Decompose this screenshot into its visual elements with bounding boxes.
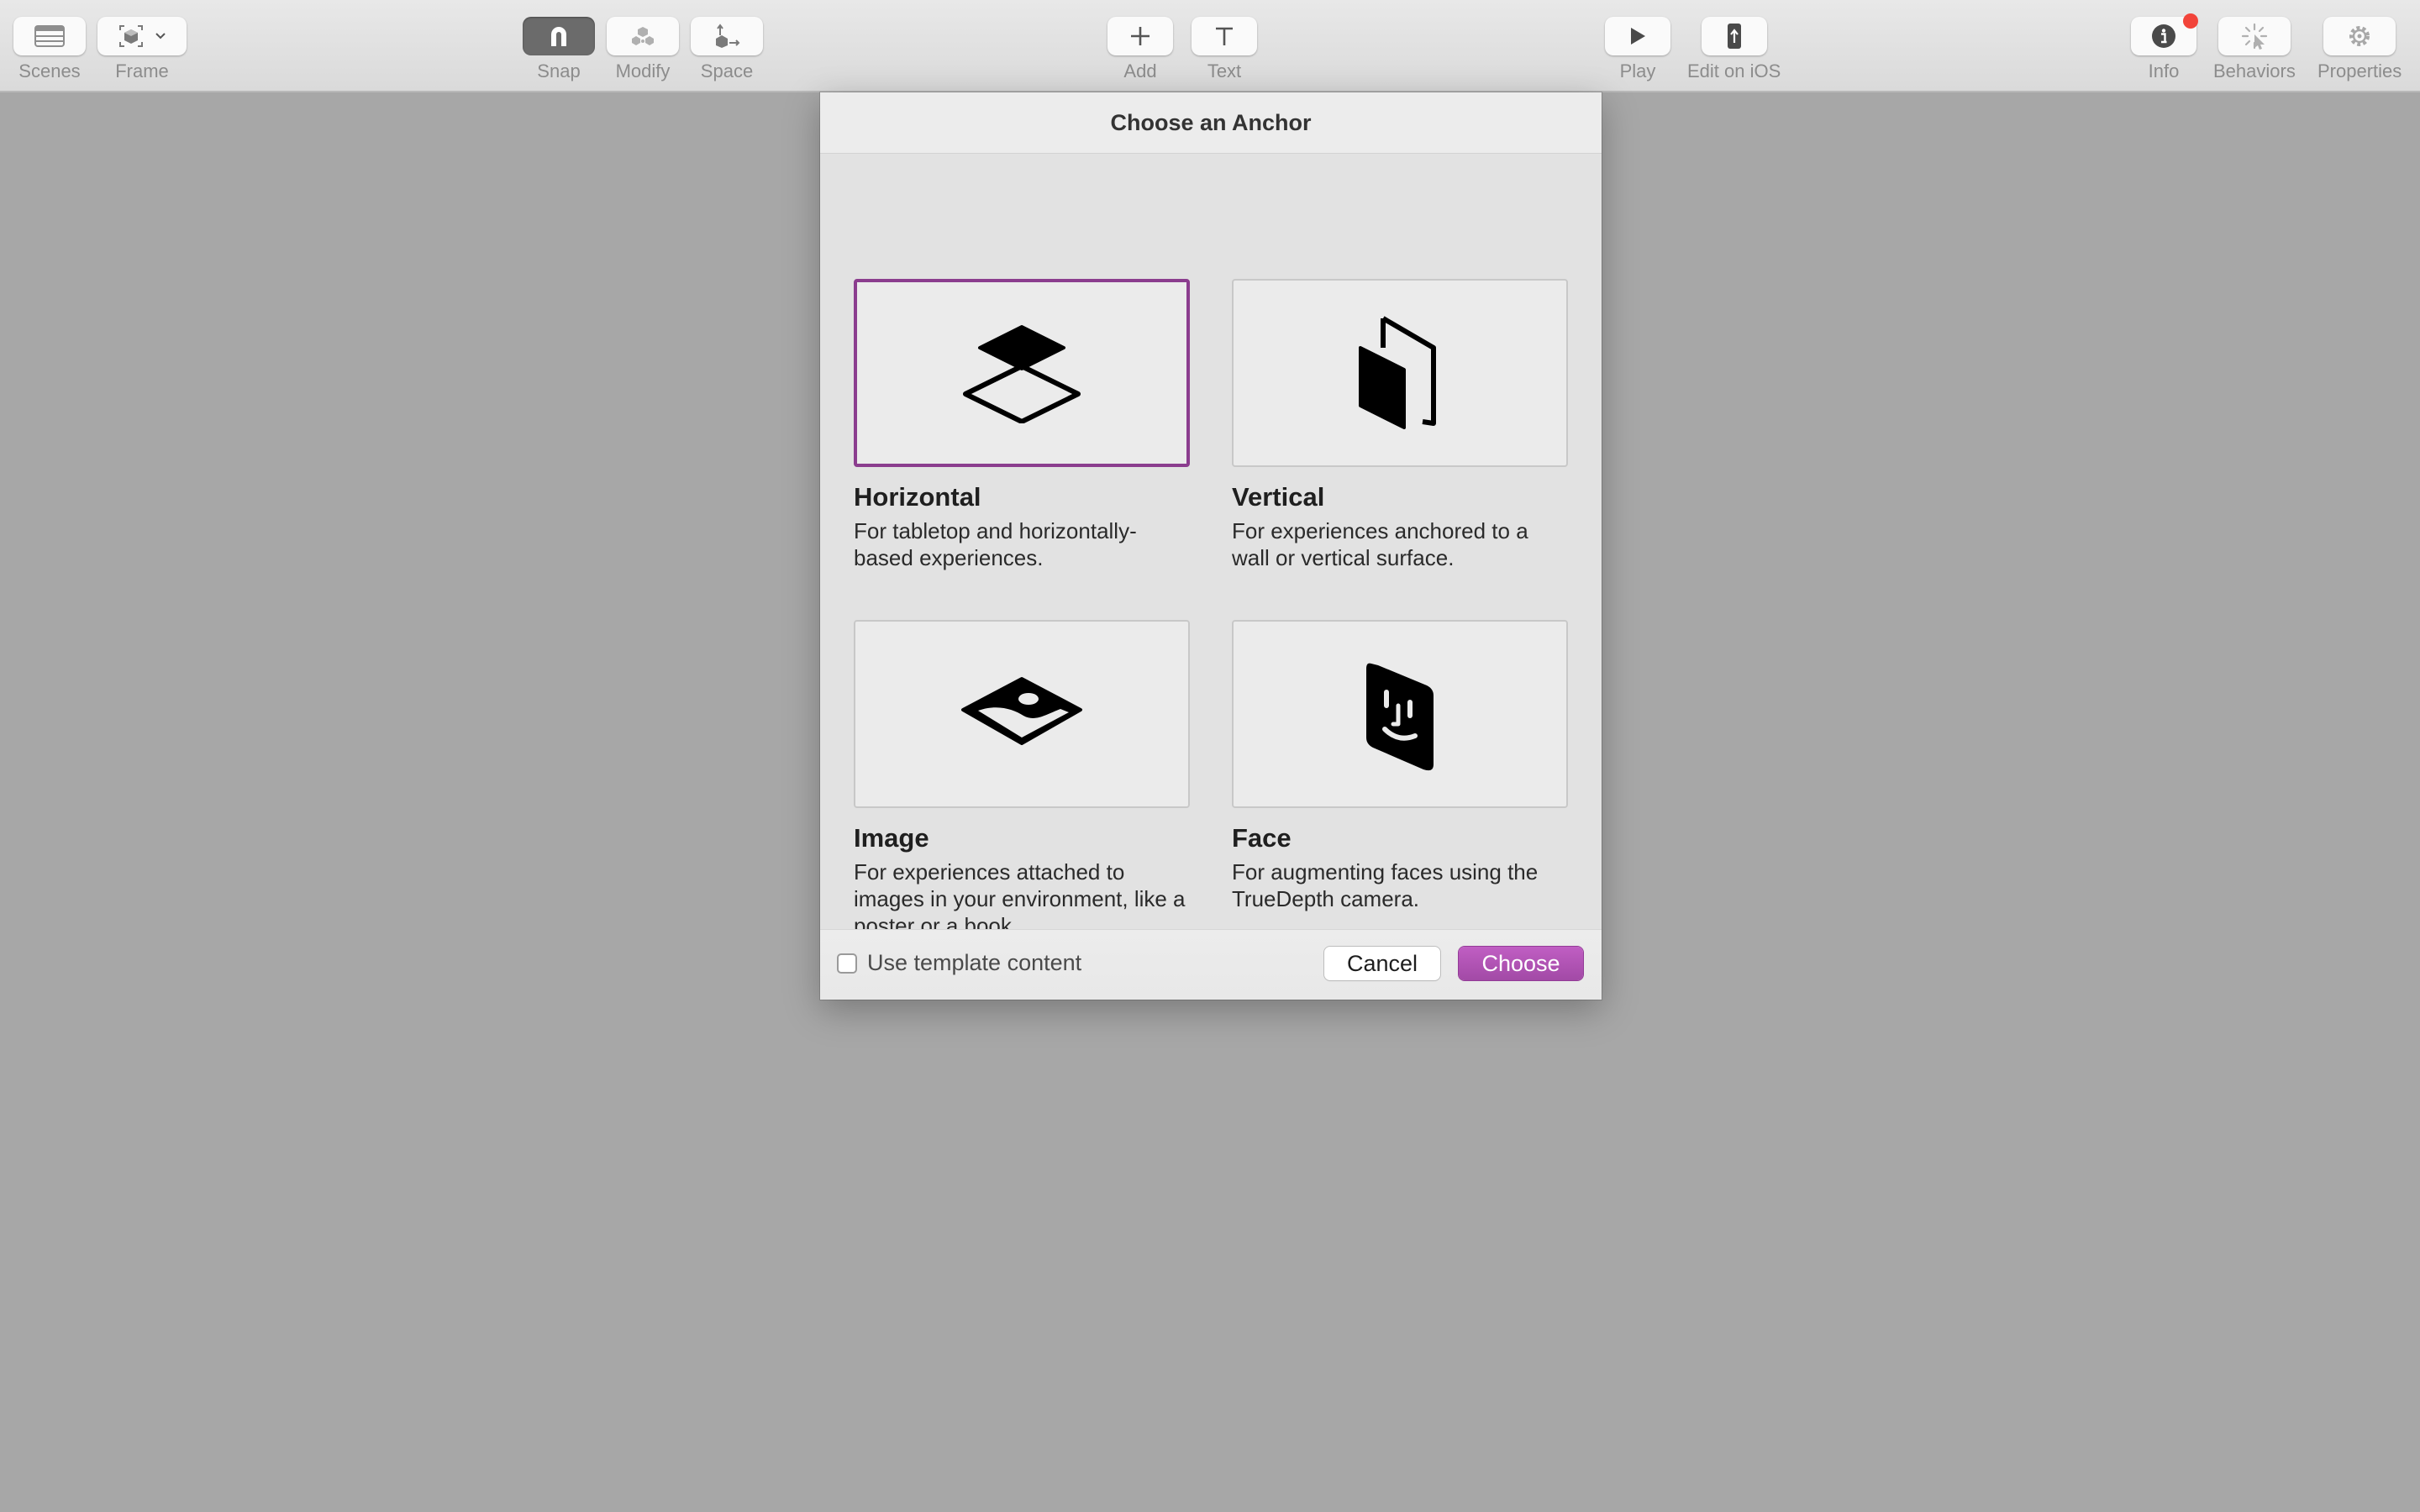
space-tool[interactable]: Space [691, 17, 763, 82]
modify-button[interactable] [607, 17, 679, 55]
use-template-toggle[interactable]: Use template content [837, 950, 1081, 976]
anchor-option-frame[interactable] [854, 620, 1190, 808]
frame-button[interactable] [97, 17, 187, 55]
space-button[interactable] [691, 17, 763, 55]
add-button[interactable] [1107, 17, 1173, 55]
choose-button[interactable]: Choose [1459, 947, 1583, 980]
modify-tool[interactable]: Modify [607, 17, 679, 82]
dialog-footer: Use template content Cancel Choose [820, 929, 1602, 1000]
edit-ios-tool[interactable]: Edit on iOS [1687, 17, 1781, 82]
horizontal-plane-icon [963, 325, 1081, 423]
behaviors-label: Behaviors [2213, 60, 2296, 81]
modify-label: Modify [615, 60, 671, 81]
anchor-option-title: Vertical [1232, 482, 1325, 512]
face-anchor-icon [1366, 663, 1434, 771]
anchor-option-description: For tabletop and horizontally-based expe… [854, 518, 1137, 570]
anchor-option-frame[interactable] [854, 279, 1190, 467]
use-template-checkbox[interactable] [837, 953, 857, 974]
anchor-option-title: Face [1232, 823, 1292, 853]
properties-tool[interactable]: Properties [2317, 17, 2402, 82]
text-t-icon [1216, 27, 1233, 45]
anchor-grid[interactable]: Horizontal For tabletop and horizontally… [820, 153, 1602, 938]
image-anchor-icon [961, 677, 1082, 745]
notification-badge [2183, 13, 2198, 29]
properties-button[interactable] [2323, 17, 2396, 55]
scenes-label: Scenes [18, 60, 81, 81]
frame-cube-icon [119, 25, 143, 47]
text-label: Text [1207, 60, 1242, 81]
use-template-label: Use template content [867, 950, 1082, 975]
anchor-option-frame[interactable] [1232, 620, 1568, 808]
toolbar: Scenes Frame Snap Modify Space Add Text … [0, 0, 2420, 92]
add-label: Add [1123, 60, 1157, 81]
anchor-option-vertical[interactable]: Vertical For experiences anchored to a w… [1232, 279, 1568, 571]
anchor-option-title: Horizontal [854, 482, 981, 512]
space-cube-arrow-icon [716, 24, 740, 48]
phone-arrow-icon [1727, 24, 1741, 49]
anchor-option-description: For experiences anchored to a wall or ve… [1232, 518, 1528, 570]
behaviors-tap-icon [2241, 23, 2268, 50]
play-tool[interactable]: Play [1605, 17, 1670, 82]
frame-tool[interactable]: Frame [97, 17, 187, 82]
properties-label: Properties [2317, 60, 2402, 81]
cancel-button[interactable]: Cancel [1324, 947, 1440, 980]
anchor-option-description: For augmenting faces using the TrueDepth… [1232, 859, 1539, 911]
info-button[interactable] [2131, 13, 2198, 55]
dialog-title: Choose an Anchor [820, 92, 1602, 154]
scenes-button[interactable] [13, 17, 86, 55]
text-tool[interactable]: Text [1192, 17, 1257, 82]
snap-tool[interactable]: Snap [523, 17, 595, 82]
magnet-icon [551, 27, 566, 46]
behaviors-button[interactable] [2217, 17, 2291, 55]
choose-anchor-dialog: Choose an Anchor Horizontal For tabletop… [820, 92, 1602, 1000]
info-icon [2152, 24, 2175, 48]
anchor-option-description: For experiences attached to images in yo… [854, 859, 1186, 938]
play-button[interactable] [1605, 17, 1670, 55]
vertical-plane-icon [1359, 316, 1436, 429]
anchor-option-title: Image [854, 823, 929, 853]
scenes-tool[interactable]: Scenes [13, 17, 86, 82]
behaviors-tool[interactable]: Behaviors [2213, 17, 2296, 82]
edit-on-ios-button[interactable] [1701, 17, 1767, 55]
anchor-option-horizontal[interactable]: Horizontal For tabletop and horizontally… [854, 279, 1190, 571]
edit-on-ios-label: Edit on iOS [1687, 60, 1781, 81]
anchor-option-face[interactable]: Face For augmenting faces using the True… [1232, 620, 1568, 912]
sidebar-list-icon [34, 25, 65, 47]
add-tool[interactable]: Add [1107, 17, 1173, 82]
snap-button[interactable] [523, 17, 595, 55]
snap-label: Snap [537, 60, 581, 81]
gear-icon [2349, 26, 2370, 46]
play-icon [1631, 28, 1645, 45]
chevron-down-icon [155, 33, 166, 39]
info-tool[interactable]: Info [2131, 13, 2198, 82]
info-label: Info [2148, 60, 2180, 81]
space-label: Space [700, 60, 754, 81]
frame-label: Frame [115, 60, 169, 81]
modify-pieces-icon [632, 27, 654, 45]
play-label: Play [1619, 60, 1656, 81]
text-button[interactable] [1192, 17, 1257, 55]
anchor-option-frame[interactable] [1232, 279, 1568, 467]
anchor-option-image[interactable]: Image For experiences attached to images… [854, 620, 1190, 938]
plus-icon [1131, 27, 1150, 45]
